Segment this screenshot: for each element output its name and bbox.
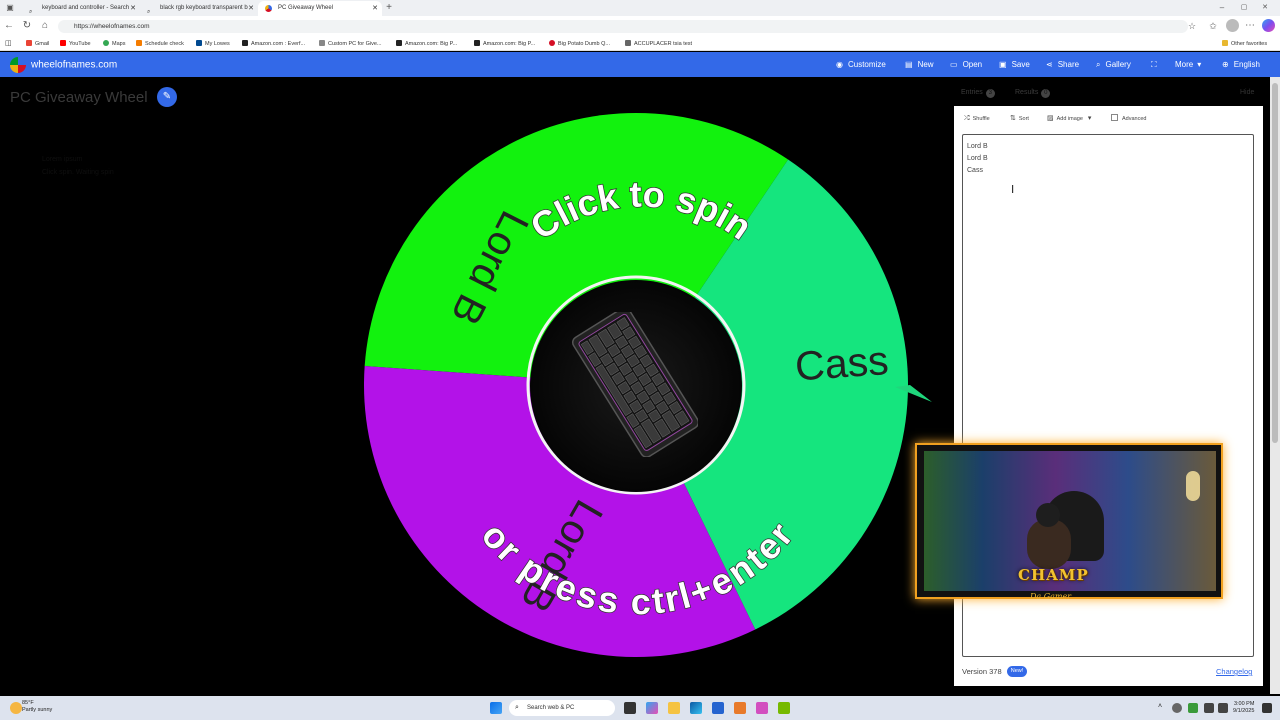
page-scrollbar[interactable]	[1270, 77, 1280, 694]
sort-icon: ⇅	[1010, 115, 1016, 122]
overlay-brand-text: CHAMP	[1018, 566, 1089, 584]
file-explorer-icon[interactable]	[668, 702, 680, 714]
screen: ▣ ⌕ keyboard and controller - Search ✕ ⌕…	[0, 0, 1280, 720]
sort-button[interactable]: ⇅ Sort	[1010, 114, 1029, 124]
results-count-badge: 0	[1041, 89, 1051, 98]
store-icon[interactable]	[712, 702, 724, 714]
other-favorites[interactable]: Other favorites	[1222, 40, 1267, 48]
favorites-icon[interactable]: ✩	[1207, 20, 1219, 32]
streamer-head	[1036, 503, 1060, 527]
entry-line: Cass	[967, 167, 983, 174]
search-icon: ⌕	[515, 704, 519, 711]
caret-down-icon: ▾	[1087, 115, 1092, 122]
save-icon: ▣	[999, 60, 1007, 69]
tray-chevron-icon[interactable]: ˄	[1158, 703, 1162, 710]
gallery-button[interactable]: ⌕ Gallery	[1096, 59, 1131, 70]
minimize-icon[interactable]: –	[1216, 2, 1228, 14]
overlay-sub-text: Da Gamer	[1030, 592, 1072, 601]
lamp-light	[1186, 471, 1200, 501]
windows-taskbar: 85°F Partly sunny Search web & PC ⌕ ˄ 3:…	[0, 696, 1280, 720]
nvidia-icon[interactable]	[778, 702, 790, 714]
weather-widget[interactable]: 85°F Partly sunny	[22, 700, 52, 714]
tray-icon[interactable]	[1188, 703, 1198, 713]
text-cursor-icon: I	[1011, 183, 1015, 196]
globe-icon: ⊕	[1222, 60, 1229, 69]
copilot-icon[interactable]	[1262, 19, 1275, 32]
fullscreen-icon: ⛶	[1151, 60, 1157, 69]
entries-count-badge: 3	[985, 89, 995, 98]
more-menu-button[interactable]: More ▾	[1175, 59, 1206, 70]
segment-label: Cass	[794, 337, 890, 389]
edge-icon[interactable]	[690, 702, 702, 714]
shuffle-button[interactable]: ⤮ Shuffle	[964, 114, 990, 124]
folder-icon	[1222, 40, 1228, 46]
entry-line: Lord B	[967, 155, 988, 162]
image-icon: ▨	[1047, 115, 1054, 122]
taskbar-clock[interactable]: 3:00 PM 9/1/2025	[1233, 701, 1254, 715]
wifi-icon[interactable]	[1204, 703, 1214, 713]
tab-results[interactable]: Results 0	[1015, 89, 1051, 98]
profile-avatar[interactable]	[1226, 19, 1239, 32]
search-icon: ⌕	[1096, 60, 1101, 69]
caret-down-icon: ▾	[1197, 60, 1202, 69]
scrollbar-thumb[interactable]	[1272, 83, 1278, 443]
notification-icon[interactable]	[1262, 703, 1272, 713]
copilot-icon[interactable]	[646, 702, 658, 714]
checkbox-box	[1111, 114, 1118, 121]
menu-icon[interactable]: ⋯	[1244, 20, 1256, 32]
window-close-icon[interactable]: ✕	[1259, 2, 1271, 14]
tab-entries[interactable]: Entries 3	[961, 89, 995, 98]
fullscreen-button[interactable]: ⛶	[1151, 59, 1162, 70]
shuffle-icon: ⤮	[964, 115, 970, 122]
language-button[interactable]: ⊕ English	[1222, 59, 1260, 70]
add-image-button[interactable]: ▨ Add image ▾	[1047, 114, 1094, 124]
maximize-icon[interactable]: ▢	[1238, 2, 1250, 14]
panel-header	[955, 77, 1280, 107]
volume-icon[interactable]	[1218, 703, 1228, 713]
version-label: Version 378	[962, 667, 1002, 676]
changelog-link[interactable]: Changelog	[1216, 667, 1252, 676]
entry-line: Lord B	[967, 143, 988, 150]
app-icon[interactable]	[734, 702, 746, 714]
hide-panel-button[interactable]: Hide	[1240, 89, 1254, 96]
wheel-graphic[interactable]: Lord B Cass Lord B Click to spin or pres…	[0, 0, 955, 694]
weather-icon[interactable]	[10, 702, 22, 714]
keyboard-image	[571, 312, 698, 457]
windows-start-icon[interactable]	[490, 702, 502, 714]
share-icon: ⋖	[1046, 60, 1053, 69]
stream-app-icon[interactable]	[756, 702, 768, 714]
new-badge: New!	[1007, 666, 1027, 677]
task-view-icon[interactable]	[624, 702, 636, 714]
taskbar-search[interactable]: Search web & PC	[509, 700, 615, 716]
share-button[interactable]: ⋖ Share	[1046, 59, 1079, 70]
save-button[interactable]: ▣ Save	[999, 59, 1030, 70]
advanced-checkbox[interactable]: Advanced	[1111, 114, 1146, 124]
tray-icon[interactable]	[1172, 703, 1182, 713]
